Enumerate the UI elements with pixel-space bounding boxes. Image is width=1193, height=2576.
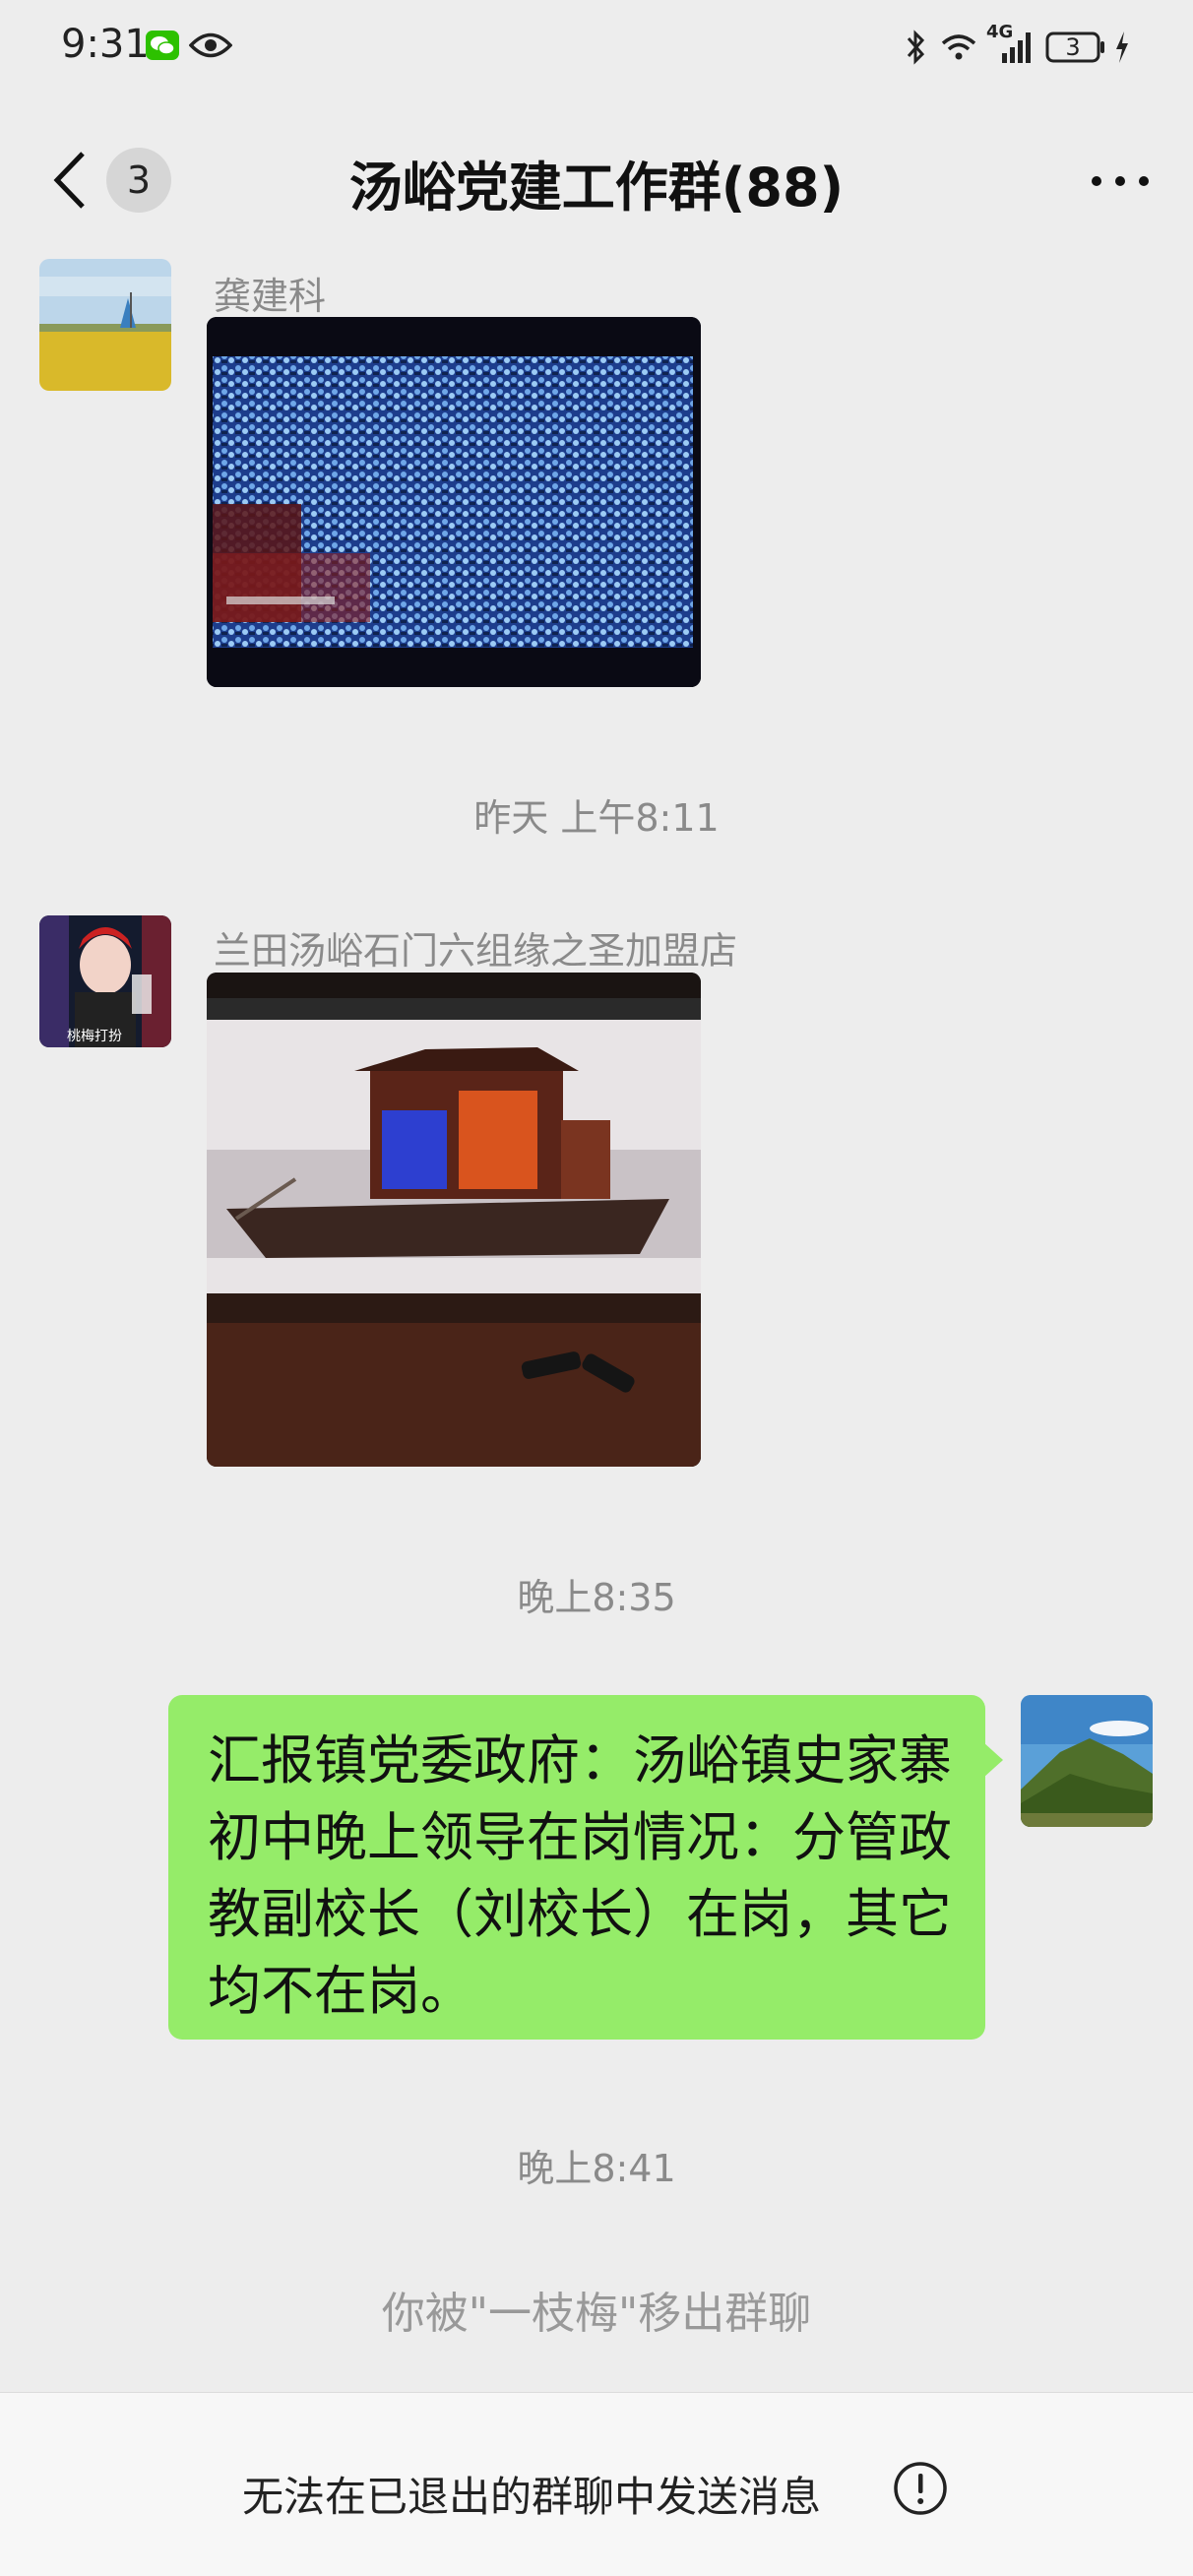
eye-icon xyxy=(189,32,232,58)
bluetooth-icon xyxy=(907,30,925,65)
wechat-icon xyxy=(146,31,179,60)
status-bar: 9:31 4G 3 xyxy=(0,0,1193,98)
chat-title: 汤峪党建工作群(88) xyxy=(348,157,845,219)
avatar-mountain-image xyxy=(1021,1695,1153,1827)
timestamp: 晚上8:35 xyxy=(517,1576,676,1619)
sender-name: 龚建科 xyxy=(214,275,327,318)
avatar-sender-1[interactable] xyxy=(39,259,171,391)
status-right-group: 4G 3 xyxy=(904,22,1150,67)
cannot-send-notice: 无法在已退出的群聊中发送消息 xyxy=(242,2473,822,2521)
image-message-crowd[interactable] xyxy=(207,317,701,687)
nav-bar: 3 汤峪党建工作群(88) xyxy=(0,98,1193,261)
avatar-self[interactable] xyxy=(1021,1695,1153,1827)
timestamp: 昨天 上午8:11 xyxy=(473,796,720,840)
network-type-label: 4G xyxy=(986,22,1014,42)
self-text-message[interactable]: 汇报镇党委政府：汤峪镇史家寨初中晚上领导在岗情况：分管政教副校长（刘校长）在岗，… xyxy=(168,1695,985,2040)
red-boat-photo xyxy=(207,973,701,1467)
bottom-bar: 无法在已退出的群聊中发送消息 xyxy=(0,2392,1193,2576)
status-time: 9:31 xyxy=(61,22,150,67)
avatar-landscape-image xyxy=(39,259,171,391)
avatar-sender-2[interactable]: 桃梅打扮 xyxy=(39,915,171,1047)
image-message-boat[interactable] xyxy=(207,973,701,1467)
timestamp: 晚上8:41 xyxy=(517,2147,676,2190)
charging-icon xyxy=(1116,31,1128,63)
bubble-tail xyxy=(983,1742,1003,1778)
battery-level: 3 xyxy=(1065,33,1081,61)
more-dots-icon[interactable] xyxy=(1089,173,1152,189)
system-message-removed: 你被"一枝梅"移出群聊 xyxy=(381,2289,812,2339)
exclamation-circle-icon[interactable] xyxy=(892,2460,949,2517)
avatar-caption: 桃梅打扮 xyxy=(67,1029,122,1044)
sender-name: 兰田汤峪石门六组缘之圣加盟店 xyxy=(214,929,738,973)
wifi-icon xyxy=(941,34,976,60)
crowd-hall-photo xyxy=(207,317,701,687)
